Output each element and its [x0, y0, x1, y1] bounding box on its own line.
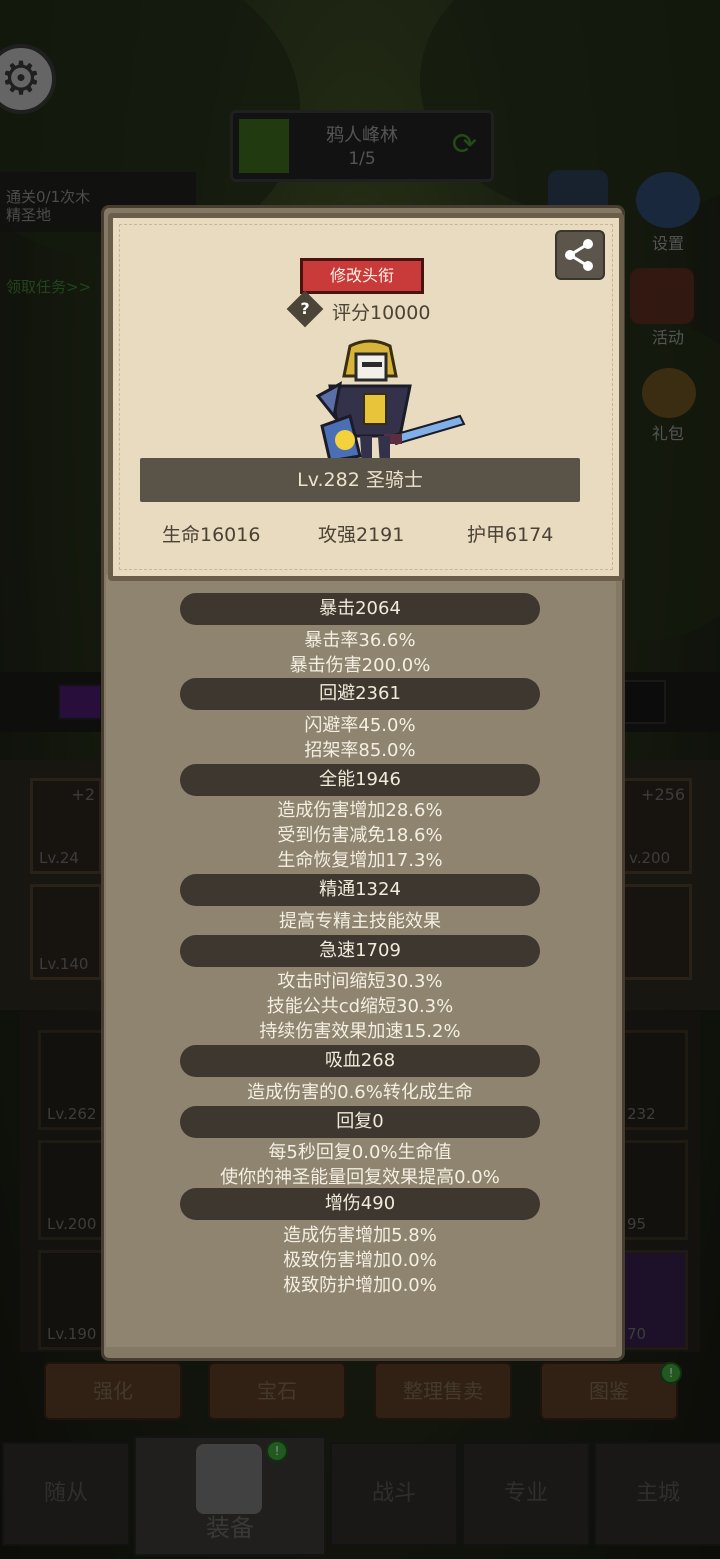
stat-section-header: 急速1709 — [180, 935, 540, 967]
level-class-text: Lv.282 圣骑士 — [297, 469, 423, 491]
question-icon: ? — [300, 299, 310, 318]
paladin-character-sprite — [315, 339, 466, 466]
stat-section-header: 精通1324 — [180, 874, 540, 906]
stat-line: 持续伤害效果加速15.2% — [259, 1021, 461, 1042]
stat-line: 极致防护增加0.0% — [283, 1275, 437, 1296]
stat-line: 每5秒回复0.0%生命值 — [268, 1142, 452, 1163]
armor-stat: 护甲6174 — [467, 524, 554, 546]
stat-line: 造成伤害增加5.8% — [283, 1225, 437, 1246]
share-button[interactable] — [555, 230, 605, 280]
stat-line: 暴击伤害200.0% — [289, 655, 431, 676]
stat-line: 受到伤害减免18.6% — [277, 825, 443, 846]
stat-section-header: 全能1946 — [180, 764, 540, 796]
stat-line: 生命恢复增加17.3% — [277, 850, 443, 871]
attack-stat: 攻强2191 — [318, 524, 405, 546]
stat-section-header: 回复0 — [180, 1106, 540, 1138]
share-icon — [565, 239, 593, 271]
stat-line: 造成伤害增加28.6% — [277, 800, 443, 821]
stat-line: 闪避率45.0% — [304, 715, 416, 736]
stat-section-header: 吸血268 — [180, 1045, 540, 1077]
score-text: 评分10000 — [332, 302, 431, 324]
stat-line: 使你的神圣能量回复效果提高0.0% — [220, 1167, 500, 1188]
stat-line: 提高专精主技能效果 — [279, 911, 441, 932]
stat-line: 攻击时间缩短30.3% — [277, 971, 443, 992]
stat-line: 造成伤害的0.6%转化成生命 — [247, 1082, 473, 1103]
hp-stat: 生命16016 — [162, 524, 261, 546]
stat-line: 技能公共cd缩短30.3% — [266, 996, 454, 1017]
change-title-button[interactable]: 修改头衔 — [300, 258, 424, 294]
stat-section-header: 增伤490 — [180, 1188, 540, 1220]
stat-section-header: 暴击2064 — [180, 593, 540, 625]
stat-line: 招架率85.0% — [304, 740, 416, 761]
stat-section-header: 回避2361 — [180, 678, 540, 710]
stat-line: 暴击率36.6% — [304, 630, 416, 651]
stat-line: 极致伤害增加0.0% — [283, 1250, 437, 1271]
